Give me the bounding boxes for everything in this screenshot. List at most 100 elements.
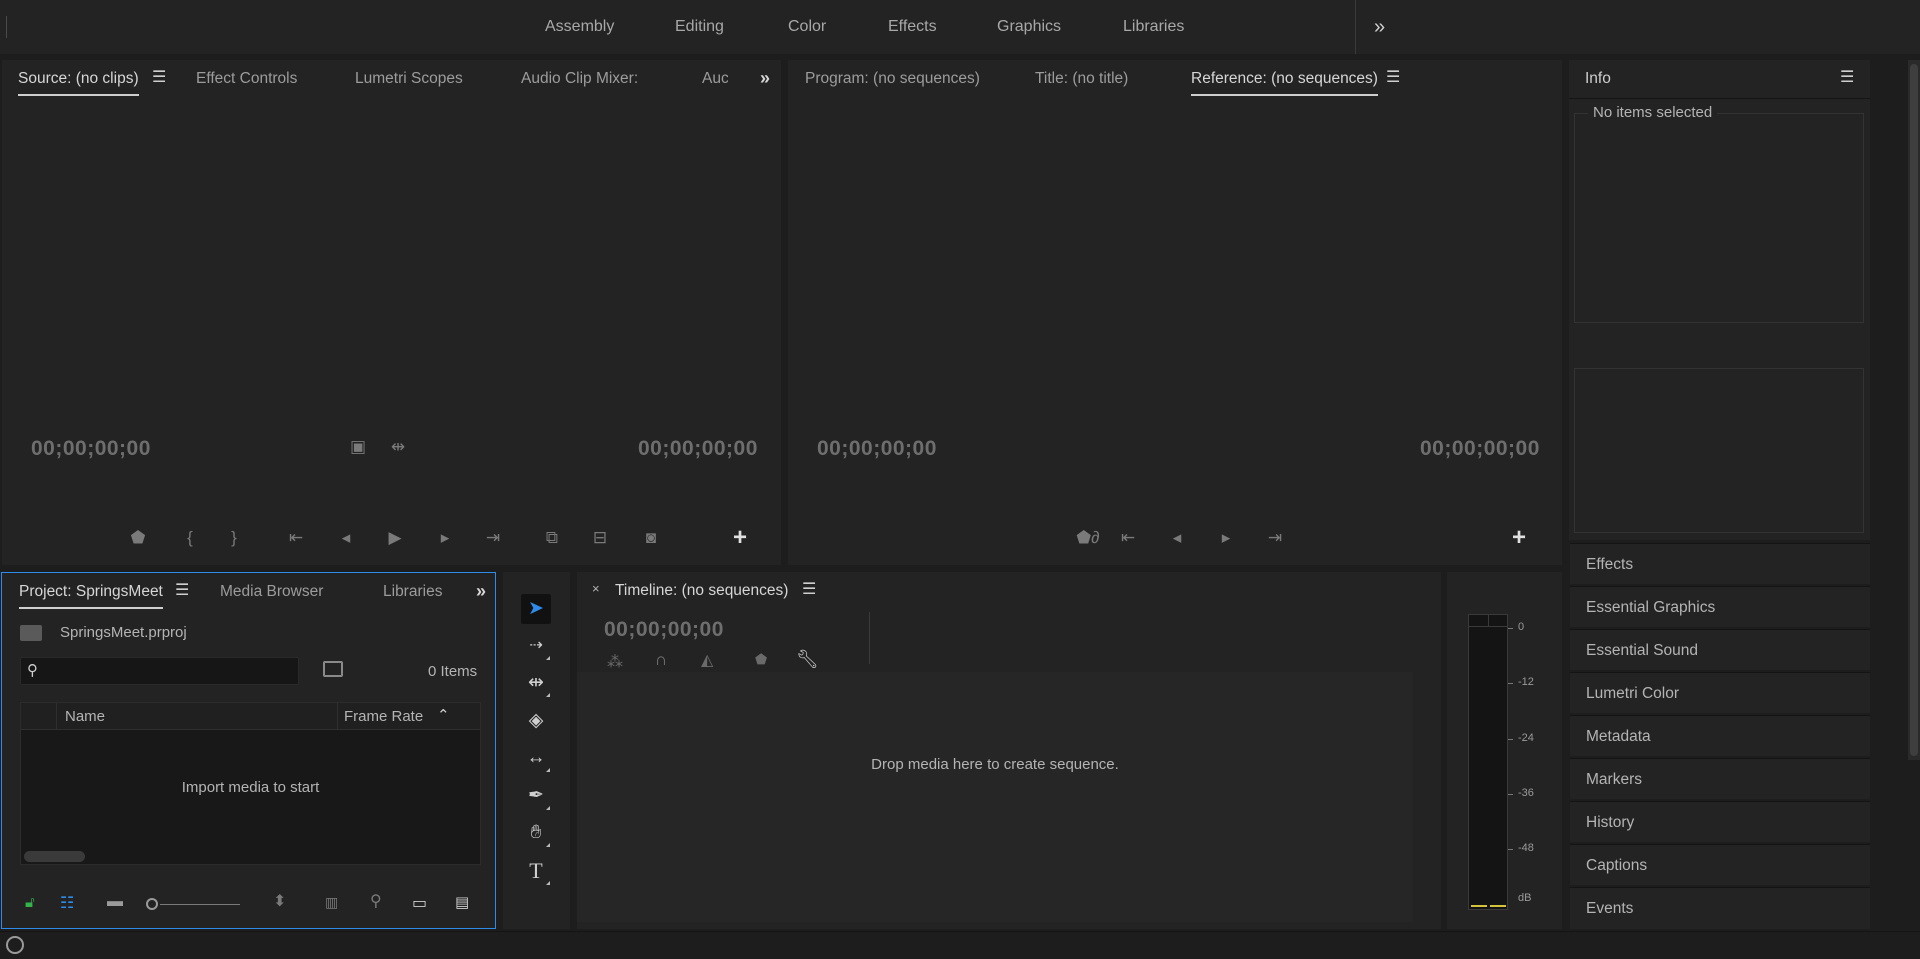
sort-icons-icon[interactable]: ⬍ [273, 891, 286, 911]
step-forward-icon[interactable]: ▸ [1214, 528, 1238, 548]
selection-tool-icon[interactable]: ➤ [521, 594, 551, 624]
column-divider[interactable] [337, 703, 338, 730]
ripple-edit-tool-icon[interactable]: ⇹ [521, 668, 551, 698]
add-marker-icon[interactable]: ⬟ [755, 651, 767, 668]
hand-tool-icon[interactable]: ✋︎ [521, 818, 551, 848]
tab-source[interactable]: Source: (no clips) [18, 60, 139, 98]
lock-icon[interactable]: 🔓︎ [25, 894, 35, 911]
track-select-tool-icon[interactable]: ⇢ [521, 631, 551, 661]
double-chevron-right-icon[interactable]: » [760, 60, 770, 98]
tab-lumetri-scopes[interactable]: Lumetri Scopes [355, 60, 463, 98]
side-panel-captions[interactable]: Captions [1570, 844, 1870, 885]
side-panel-essential-graphics[interactable]: Essential Graphics [1570, 586, 1870, 627]
side-panel-metadata[interactable]: Metadata [1570, 715, 1870, 756]
drop-frame-icon[interactable]: ▣ [346, 437, 370, 457]
new-item-icon[interactable]: ▤ [455, 893, 469, 911]
go-to-out-icon[interactable]: ⇥ [1263, 528, 1287, 548]
wrench-icon[interactable]: 🔧︎ [796, 649, 819, 670]
insert-icon[interactable]: ⧉ [540, 528, 564, 548]
side-panel-events[interactable]: Events [1570, 887, 1870, 929]
step-back-icon[interactable]: ◂ [334, 528, 358, 548]
program-timecode-in[interactable]: 00;00;00;00 [817, 437, 937, 461]
panel-menu-icon[interactable]: ☰ [1386, 60, 1400, 98]
tab-audio-clip-mixer[interactable]: Audio Clip Mixer: [521, 60, 638, 98]
right-scrollbar-track[interactable] [1908, 60, 1920, 760]
pen-tool-icon[interactable]: ✒ [521, 781, 551, 811]
drop-message: Drop media here to create sequence. [871, 756, 1119, 773]
empty-message: Import media to start [181, 779, 320, 796]
add-button-icon[interactable]: + [1512, 524, 1526, 552]
side-panel-essential-sound[interactable]: Essential Sound [1570, 629, 1870, 670]
list-view-icon[interactable]: ☷ [60, 893, 74, 913]
panel-menu-icon[interactable]: ☰ [1840, 60, 1854, 98]
new-bin-icon[interactable]: ▭ [412, 893, 427, 913]
creative-cloud-icon[interactable] [6, 936, 24, 954]
tab-media-browser[interactable]: Media Browser [220, 573, 323, 611]
workspace-tab-assembly[interactable]: Assembly [545, 0, 614, 54]
step-back-icon[interactable]: ◂ [1165, 528, 1189, 548]
overwrite-icon[interactable]: ⊟ [588, 528, 612, 548]
snap-icon[interactable]: ∩ [655, 650, 667, 670]
zoom-slider-handle[interactable] [146, 898, 158, 910]
column-header-name[interactable]: Name [65, 708, 105, 725]
tab-project[interactable]: Project: SpringsMeet [19, 573, 163, 611]
panel-menu-icon[interactable]: ☰ [802, 572, 816, 610]
panel-menu-icon[interactable]: ☰ [152, 60, 166, 98]
tools-panel: ➤ ⇢ ⇹ ◈ ↔ ✒ ✋︎ T [503, 572, 570, 929]
timeline-timecode[interactable]: 00;00;00;00 [604, 618, 724, 642]
sequence-drop-area[interactable]: Drop media here to create sequence. [577, 672, 1413, 922]
project-search-input[interactable]: ⚲ [20, 657, 299, 685]
double-chevron-right-icon[interactable]: » [1374, 0, 1385, 54]
double-chevron-right-icon[interactable]: » [476, 573, 486, 611]
go-to-in-icon[interactable]: ⇤ [284, 528, 308, 548]
close-icon[interactable]: × [592, 581, 600, 596]
marker-link-icon[interactable]: ⬟∂ [1070, 528, 1106, 548]
side-panel-effects[interactable]: Effects [1570, 543, 1870, 584]
go-to-out-icon[interactable]: ⇥ [481, 528, 505, 548]
tab-reference[interactable]: Reference: (no sequences) [1191, 60, 1378, 98]
side-panel-lumetri-color[interactable]: Lumetri Color [1570, 672, 1870, 713]
timeline-title[interactable]: Timeline: (no sequences) [615, 572, 788, 610]
nest-icon[interactable]: ⁂ [607, 652, 623, 672]
tab-effect-controls[interactable]: Effect Controls [196, 60, 297, 98]
mark-in-icon[interactable]: { [178, 528, 202, 548]
go-to-in-icon[interactable]: ⇤ [1116, 528, 1140, 548]
source-timecode-in[interactable]: 00;00;00;00 [31, 437, 151, 461]
info-panel-title[interactable]: Info [1585, 60, 1611, 98]
find-in-bin-icon[interactable] [323, 661, 343, 677]
project-list[interactable]: Name Frame Rate ⌃ Import media to start [20, 702, 481, 865]
workspace-tab-color[interactable]: Color [788, 0, 826, 54]
step-forward-icon[interactable]: ▸ [433, 528, 457, 548]
sort-ascending-icon[interactable]: ⌃ [437, 706, 450, 724]
zoom-slider-track[interactable] [160, 904, 240, 905]
workspace-tab-graphics[interactable]: Graphics [997, 0, 1061, 54]
side-panel-markers[interactable]: Markers [1570, 758, 1870, 799]
add-button-icon[interactable]: + [733, 524, 747, 552]
workspace-tab-effects[interactable]: Effects [888, 0, 937, 54]
tab-audio-truncated[interactable]: Auc [702, 60, 728, 98]
linked-selection-icon[interactable]: ◭ [701, 650, 713, 670]
tab-program[interactable]: Program: (no sequences) [805, 60, 980, 98]
horizontal-scrollbar[interactable] [24, 851, 85, 862]
side-panel-history[interactable]: History [1570, 801, 1870, 842]
find-icon[interactable]: ⚲ [370, 891, 382, 911]
workspace-tab-libraries[interactable]: Libraries [1123, 0, 1184, 54]
right-scrollbar-thumb[interactable] [1910, 64, 1918, 756]
add-marker-icon[interactable]: ⬟ [126, 528, 150, 548]
mark-out-icon[interactable]: } [222, 528, 246, 548]
workspace-tab-editing[interactable]: Editing [675, 0, 724, 54]
type-tool-icon[interactable]: T [521, 856, 551, 886]
playback-settings-icon[interactable]: ⇹ [386, 437, 410, 457]
icon-view-icon[interactable]: ▬ [107, 893, 123, 911]
razor-tool-icon[interactable]: ◈ [521, 706, 551, 736]
drag-handle[interactable] [6, 16, 7, 38]
play-icon[interactable]: ▶ [383, 528, 407, 548]
slip-tool-icon[interactable]: ↔ [521, 743, 551, 773]
column-header-frame-rate[interactable]: Frame Rate [344, 708, 423, 725]
export-frame-icon[interactable]: ◙ [639, 528, 663, 548]
tab-title[interactable]: Title: (no title) [1035, 60, 1128, 98]
tab-libraries[interactable]: Libraries [383, 573, 442, 611]
meter-tick [1508, 794, 1513, 795]
automate-to-sequence-icon[interactable]: ▥ [325, 894, 338, 911]
panel-menu-icon[interactable]: ☰ [175, 573, 189, 611]
